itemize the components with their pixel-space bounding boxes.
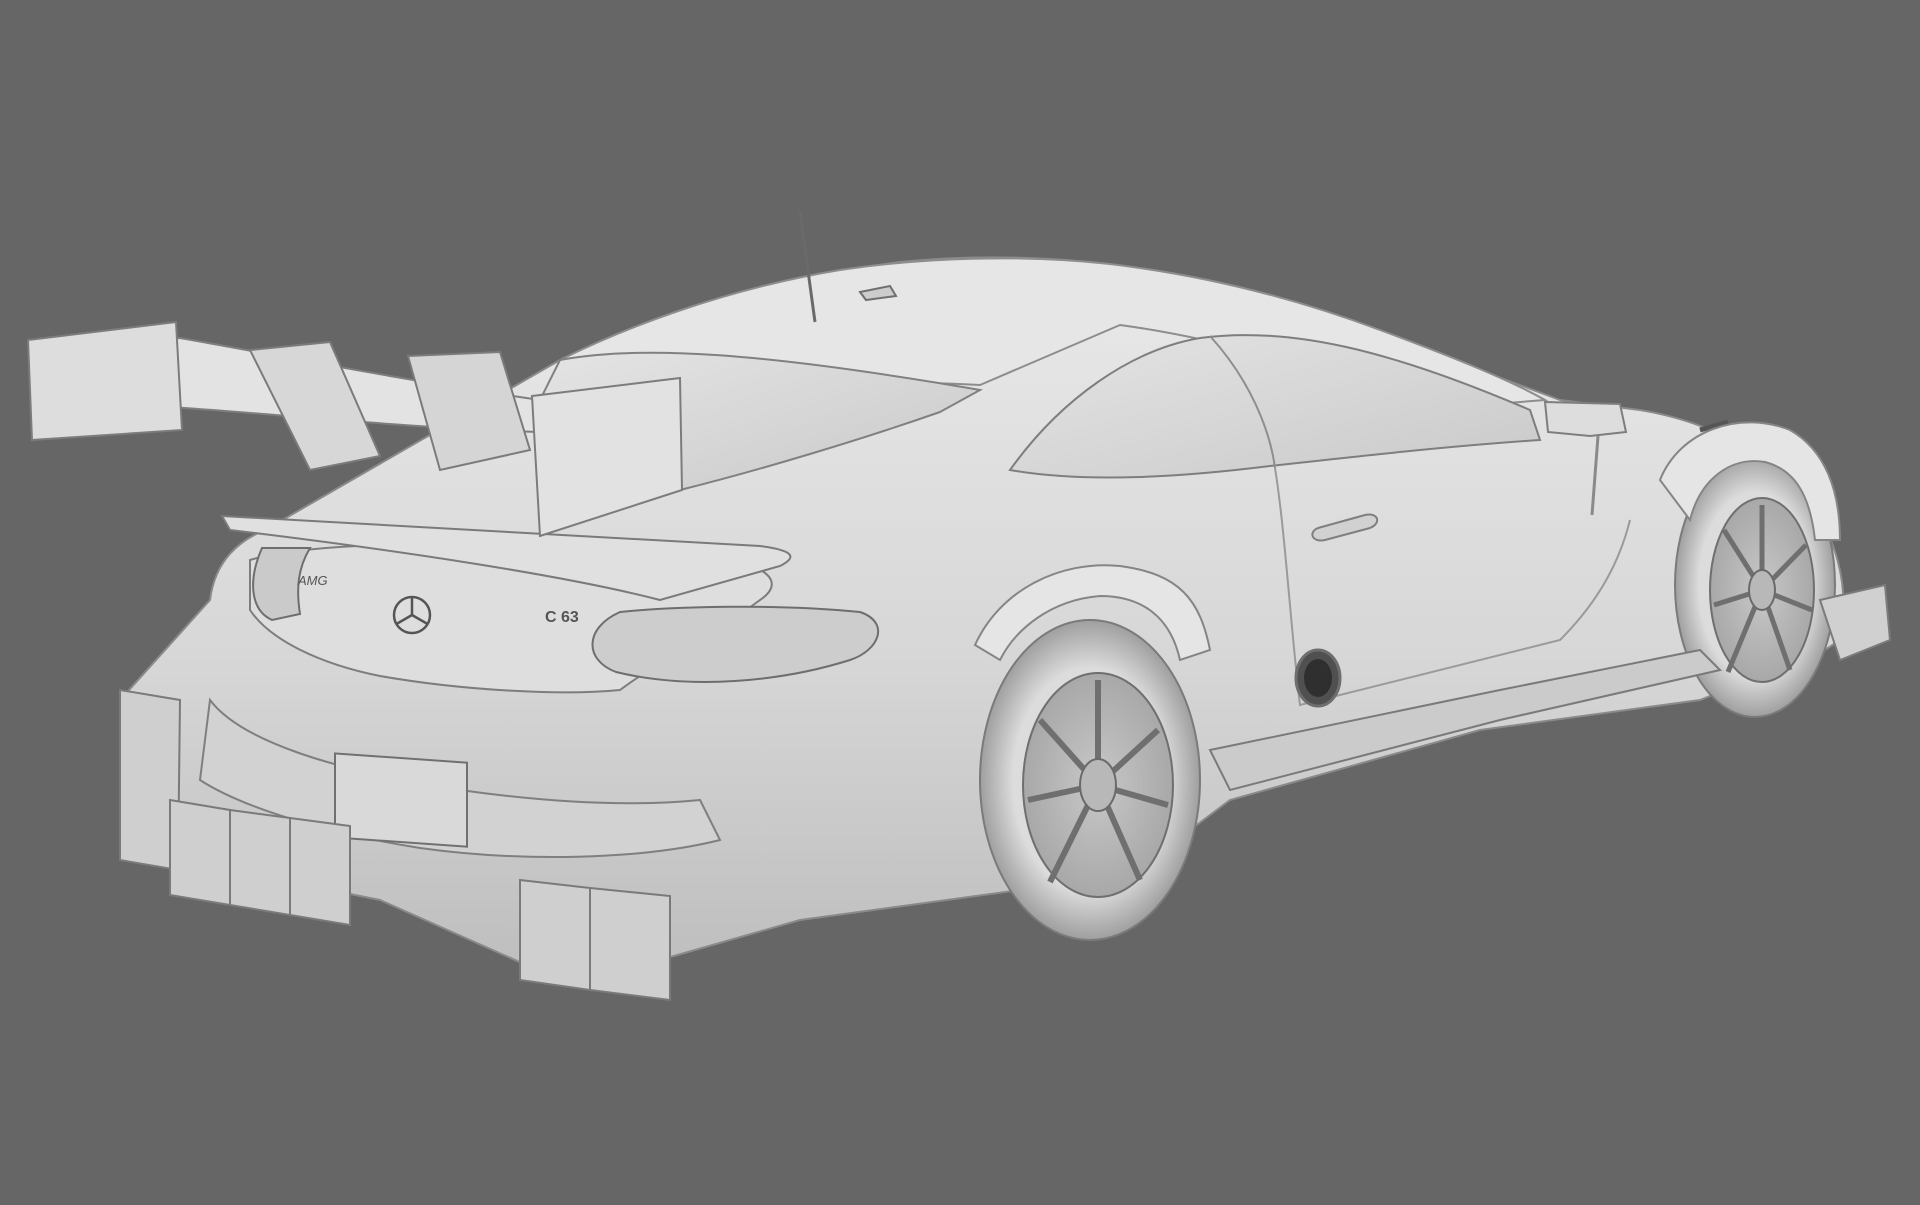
side-exhaust bbox=[1294, 648, 1342, 708]
license-plate bbox=[334, 752, 468, 848]
side-mirror bbox=[1543, 400, 1628, 438]
model-badge: C 63 bbox=[545, 609, 579, 626]
amg-badge: AMG bbox=[297, 573, 328, 588]
car-render: AMG C 63 bbox=[26, 211, 1892, 1002]
rear-wheel bbox=[979, 619, 1201, 941]
wing-endplate-left bbox=[26, 320, 184, 442]
render-viewport: AMG C 63 bbox=[0, 0, 1920, 1200]
